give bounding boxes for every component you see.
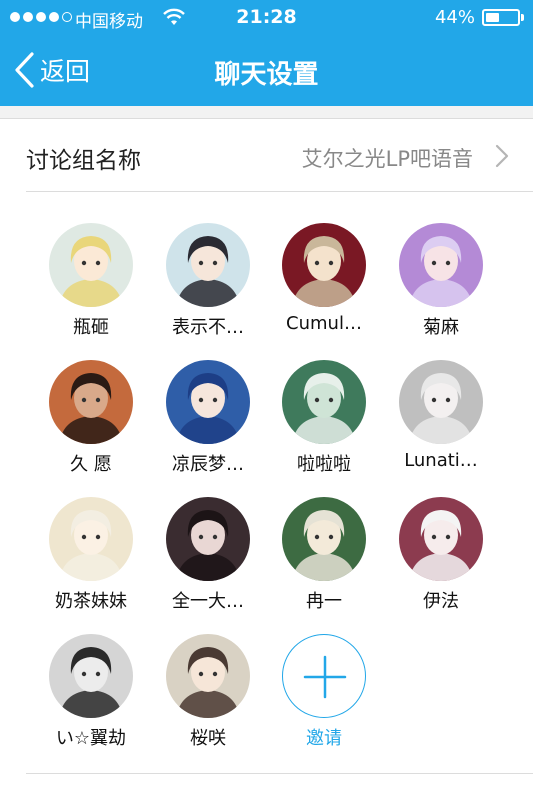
member-item[interactable]: 久 愿 — [33, 360, 149, 488]
status-bar: 中国移动 21:28 44% — [0, 0, 533, 36]
member-name: 表示不… — [172, 317, 244, 338]
member-item[interactable]: 伊法 — [383, 497, 499, 625]
member-item[interactable]: 表示不… — [150, 223, 266, 351]
avatar — [166, 634, 250, 718]
group-name-row[interactable]: 讨论组名称 艾尔之光LP吧语音 — [0, 119, 533, 191]
member-name: Cumul… — [286, 313, 362, 334]
divider — [26, 773, 533, 774]
member-item[interactable]: 菊麻 — [383, 223, 499, 351]
invite-circle — [282, 634, 366, 718]
avatar — [49, 223, 133, 307]
avatar-image — [166, 360, 250, 444]
avatar-image — [282, 497, 366, 581]
battery-percent: 44% — [434, 7, 475, 28]
top-bar: 中国移动 21:28 44% 返回 聊天设置 — [0, 0, 533, 106]
avatar — [399, 497, 483, 581]
member-name: 全一大… — [172, 591, 244, 612]
member-name: 瓶砸 — [73, 317, 109, 338]
avatar-image — [166, 497, 250, 581]
avatar-image — [49, 223, 133, 307]
member-name: 凉辰梦… — [172, 454, 244, 475]
member-item[interactable]: 啦啦啦 — [266, 360, 382, 488]
avatar-image — [166, 634, 250, 718]
avatar-image — [166, 223, 250, 307]
member-name: い☆翼劫 — [55, 728, 127, 749]
member-name: 奶茶妹妹 — [55, 591, 127, 612]
avatar — [49, 634, 133, 718]
avatar-image — [399, 360, 483, 444]
avatar — [282, 360, 366, 444]
avatar-image — [282, 223, 366, 307]
member-item[interactable]: Cumul… — [266, 223, 382, 351]
member-name: Lunati… — [404, 450, 478, 471]
avatar — [166, 360, 250, 444]
avatar — [399, 223, 483, 307]
member-name: 桜咲 — [190, 728, 226, 749]
member-item[interactable]: 桜咲 — [150, 634, 266, 762]
plus-icon — [303, 655, 347, 699]
member-item[interactable]: 冉一 — [266, 497, 382, 625]
member-item[interactable]: 凉辰梦… — [150, 360, 266, 488]
avatar — [49, 360, 133, 444]
member-item[interactable]: 全一大… — [150, 497, 266, 625]
avatar-image — [399, 223, 483, 307]
avatar-image — [49, 634, 133, 718]
avatar — [49, 497, 133, 581]
avatar-image — [49, 360, 133, 444]
member-item[interactable]: Lunati… — [383, 360, 499, 488]
divider — [26, 191, 533, 192]
avatar — [166, 223, 250, 307]
group-name-label: 讨论组名称 — [26, 148, 141, 174]
member-item[interactable]: い☆翼劫 — [33, 634, 149, 762]
avatar — [399, 360, 483, 444]
avatar-image — [399, 497, 483, 581]
member-name: 伊法 — [423, 591, 459, 612]
member-name: 久 愿 — [70, 454, 112, 475]
member-name: 啦啦啦 — [297, 454, 351, 475]
avatar-image — [282, 360, 366, 444]
navigation-bar: 返回 聊天设置 — [0, 36, 533, 106]
avatar-image — [49, 497, 133, 581]
chevron-right-icon — [495, 144, 509, 168]
avatar — [282, 497, 366, 581]
member-name: 冉一 — [306, 591, 342, 612]
member-item[interactable]: 瓶砸 — [33, 223, 149, 351]
invite-button[interactable]: 邀请 — [266, 634, 382, 762]
battery-icon — [482, 9, 524, 26]
member-item[interactable]: 奶茶妹妹 — [33, 497, 149, 625]
member-name: 菊麻 — [423, 317, 459, 338]
invite-label: 邀请 — [306, 728, 342, 749]
avatar — [282, 223, 366, 307]
group-name-value: 艾尔之光LP吧语音 — [301, 147, 473, 171]
page-title: 聊天设置 — [214, 60, 319, 90]
avatar — [166, 497, 250, 581]
settings-panel: 讨论组名称 艾尔之光LP吧语音 瓶砸 表示不… Cumul… 菊麻 久 愿 凉辰… — [0, 118, 533, 800]
